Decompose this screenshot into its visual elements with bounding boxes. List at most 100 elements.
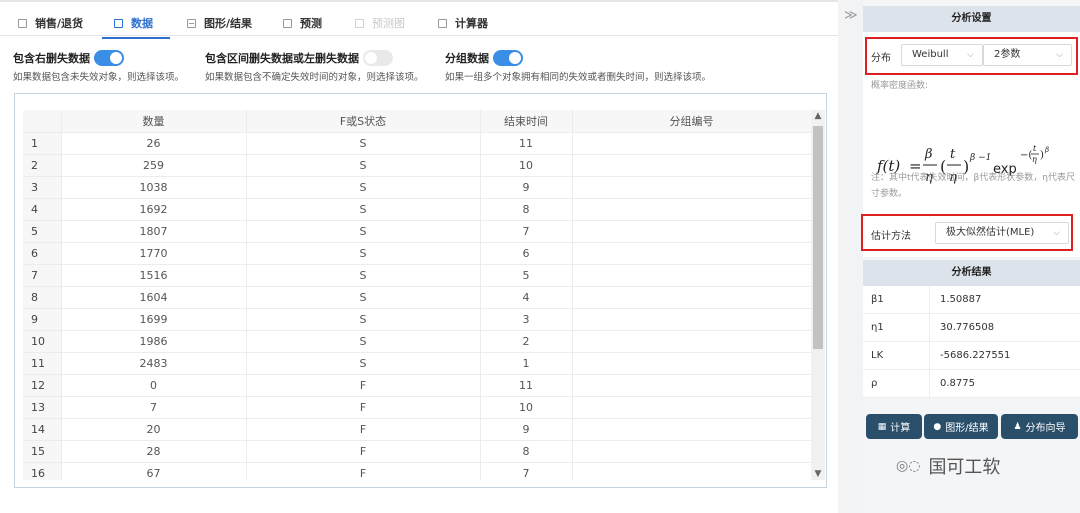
table-cell[interactable]: 7 xyxy=(480,462,573,480)
table-cell[interactable] xyxy=(572,418,811,441)
table-cell[interactable]: 9 xyxy=(480,176,573,199)
table-cell[interactable] xyxy=(572,308,811,331)
table-cell[interactable]: S xyxy=(246,286,481,309)
scroll-up-icon[interactable]: ▲ xyxy=(811,111,825,121)
table-row[interactable]: 7 1516 S 5 xyxy=(23,264,811,287)
table-row[interactable]: 11 2483 S 1 xyxy=(23,352,811,375)
tab-data[interactable]: 数据 xyxy=(114,12,153,34)
table-cell[interactable] xyxy=(572,176,811,199)
table-cell[interactable]: 5 xyxy=(480,264,573,287)
table-row[interactable]: 14 20 F 9 xyxy=(23,418,811,441)
table-cell[interactable]: 3 xyxy=(480,308,573,331)
table-row[interactable]: 5 1807 S 7 xyxy=(23,220,811,243)
table-cell[interactable]: 67 xyxy=(61,462,247,480)
table-cell[interactable]: 28 xyxy=(61,440,247,463)
table-row[interactable]: 12 0 F 11 xyxy=(23,374,811,397)
table-cell[interactable]: F xyxy=(246,396,481,419)
table-cell[interactable]: 8 xyxy=(480,198,573,221)
table-cell[interactable]: 1038 xyxy=(61,176,247,199)
table-row[interactable]: 2 259 S 10 xyxy=(23,154,811,177)
table-row[interactable]: 1 26 S 11 xyxy=(23,132,811,155)
table-cell[interactable]: 259 xyxy=(61,154,247,177)
table-cell[interactable] xyxy=(572,198,811,221)
table-row[interactable]: 4 1692 S 8 xyxy=(23,198,811,221)
table-cell[interactable]: 1986 xyxy=(61,330,247,353)
table-cell[interactable] xyxy=(572,154,811,177)
table-row[interactable]: 3 1038 S 9 xyxy=(23,176,811,199)
table-cell[interactable]: 2483 xyxy=(61,352,247,375)
table-cell[interactable]: 0 xyxy=(61,374,247,397)
table-cell[interactable]: S xyxy=(246,352,481,375)
table-cell[interactable]: 10 xyxy=(480,154,573,177)
estimation-method-select[interactable]: 极大似然估计(MLE) ⌵ xyxy=(935,222,1069,244)
table-cell[interactable]: 1 xyxy=(480,352,573,375)
table-cell[interactable]: 1699 xyxy=(61,308,247,331)
table-cell[interactable]: 20 xyxy=(61,418,247,441)
header-group-id[interactable]: 分组编号 xyxy=(572,110,811,133)
collapse-icon[interactable]: ≫ xyxy=(844,8,858,23)
table-row[interactable]: 16 67 F 7 xyxy=(23,462,811,480)
table-cell[interactable] xyxy=(572,330,811,353)
right-censored-toggle[interactable] xyxy=(94,50,124,66)
table-cell[interactable] xyxy=(572,286,811,309)
table-cell[interactable]: 2 xyxy=(480,330,573,353)
parameter-select[interactable]: 2参数 ⌵ xyxy=(983,44,1072,66)
table-cell[interactable]: 8 xyxy=(480,440,573,463)
table-cell[interactable]: 1516 xyxy=(61,264,247,287)
table-cell[interactable]: S xyxy=(246,198,481,221)
table-cell[interactable]: 1604 xyxy=(61,286,247,309)
table-cell[interactable] xyxy=(572,352,811,375)
table-cell[interactable]: F xyxy=(246,374,481,397)
table-cell[interactable] xyxy=(572,374,811,397)
table-row[interactable]: 10 1986 S 2 xyxy=(23,330,811,353)
tab-sales-returns[interactable]: 销售/退货 xyxy=(18,12,83,34)
table-cell[interactable] xyxy=(572,242,811,265)
table-row[interactable]: 13 7 F 10 xyxy=(23,396,811,419)
table-cell[interactable]: 7 xyxy=(61,396,247,419)
table-cell[interactable]: S xyxy=(246,154,481,177)
table-cell[interactable]: F xyxy=(246,462,481,480)
table-cell[interactable]: 11 xyxy=(480,374,573,397)
header-end-time[interactable]: 结束时间 xyxy=(480,110,573,133)
table-cell[interactable]: S xyxy=(246,176,481,199)
header-status[interactable]: F或S状态 xyxy=(246,110,481,133)
table-cell[interactable]: 1692 xyxy=(61,198,247,221)
table-cell[interactable]: 11 xyxy=(480,132,573,155)
table-cell[interactable] xyxy=(572,462,811,480)
table-cell[interactable]: 1807 xyxy=(61,220,247,243)
tab-forecast[interactable]: 预测 xyxy=(283,12,322,34)
table-cell[interactable]: S xyxy=(246,220,481,243)
calculate-button[interactable]: ▦ 计算 xyxy=(866,414,922,439)
scroll-down-icon[interactable]: ▼ xyxy=(811,469,825,479)
header-quantity[interactable]: 数量 xyxy=(61,110,247,133)
chart-results-button[interactable]: ● 图形/结果 xyxy=(924,414,998,439)
table-cell[interactable]: 4 xyxy=(480,286,573,309)
table-cell[interactable]: S xyxy=(246,330,481,353)
tab-forecast-chart[interactable]: 预测图 xyxy=(355,12,405,34)
table-cell[interactable]: 9 xyxy=(480,418,573,441)
table-cell[interactable] xyxy=(572,396,811,419)
vertical-scrollbar[interactable]: ▲ ▼ xyxy=(811,110,825,480)
table-cell[interactable]: 10 xyxy=(480,396,573,419)
table-cell[interactable]: 26 xyxy=(61,132,247,155)
table-row[interactable]: 15 28 F 8 xyxy=(23,440,811,463)
distribution-select[interactable]: Weibull ⌵ xyxy=(901,44,983,66)
table-cell[interactable]: 6 xyxy=(480,242,573,265)
table-cell[interactable]: S xyxy=(246,308,481,331)
table-cell[interactable] xyxy=(572,132,811,155)
table-cell[interactable]: F xyxy=(246,418,481,441)
table-cell[interactable]: S xyxy=(246,242,481,265)
table-cell[interactable]: S xyxy=(246,264,481,287)
table-cell[interactable]: F xyxy=(246,440,481,463)
table-row[interactable]: 8 1604 S 4 xyxy=(23,286,811,309)
table-cell[interactable]: 7 xyxy=(480,220,573,243)
interval-censored-toggle[interactable] xyxy=(363,50,393,66)
table-cell[interactable] xyxy=(572,220,811,243)
distribution-wizard-button[interactable]: ♟ 分布向导 xyxy=(1001,414,1078,439)
tab-chart-results[interactable]: 图形/结果 xyxy=(187,12,252,34)
table-cell[interactable] xyxy=(572,264,811,287)
tab-calculator[interactable]: 计算器 xyxy=(438,12,488,34)
table-cell[interactable]: S xyxy=(246,132,481,155)
scrollbar-thumb[interactable] xyxy=(813,126,823,349)
table-cell[interactable] xyxy=(572,440,811,463)
